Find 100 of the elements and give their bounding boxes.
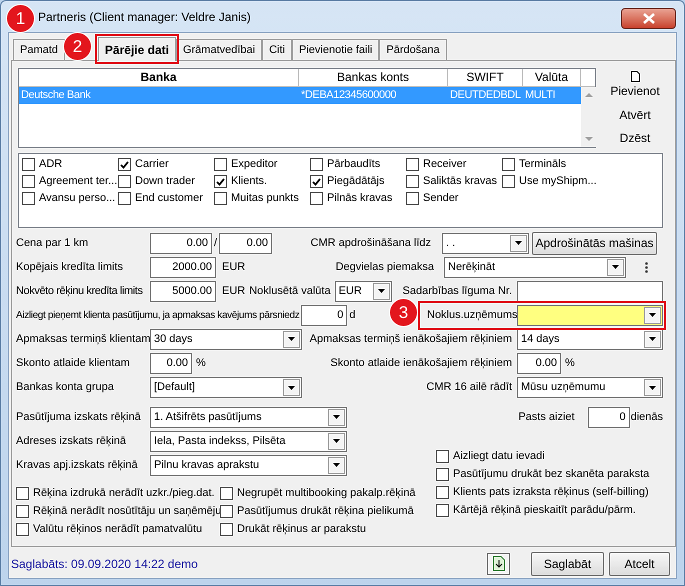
checkbox[interactable]	[406, 175, 419, 188]
dropdown[interactable]: 1. Atšifrēts pasūtījums	[150, 406, 347, 428]
checkbox-label: Pasūtījumus drukāt rēķina pielikumā	[237, 504, 414, 519]
dropdown[interactable]: EUR	[334, 280, 392, 302]
field-label: Pasūtījuma izskats rēķinā	[16, 410, 142, 425]
tab[interactable]: Citi	[262, 39, 292, 60]
checkbox[interactable]	[220, 522, 233, 536]
checkbox-label: Rēķina izdrukā nerādīt uzkr./pieg.dat.	[33, 486, 215, 501]
checkbox[interactable]	[310, 175, 323, 188]
dropdown[interactable]: Mūsu uzņēmumu	[517, 377, 663, 398]
checkbox[interactable]	[118, 175, 131, 188]
checkbox[interactable]	[118, 158, 131, 171]
dropdown[interactable]: Nerēķināt	[444, 256, 626, 278]
dropdown[interactable]: [Default]	[150, 377, 302, 398]
column-header[interactable]: Banka	[19, 69, 299, 86]
checkbox[interactable]	[16, 522, 29, 536]
column-header[interactable]: Valūta	[523, 69, 581, 86]
toolbar-button[interactable]: Atvērt	[619, 103, 651, 126]
checkbox[interactable]	[220, 486, 233, 500]
field-label: CMR apdrošināšana līdz	[310, 236, 431, 251]
tab[interactable]: Pievienotie faili	[292, 39, 380, 60]
checkbox-label: End customer	[135, 191, 203, 206]
checkbox[interactable]	[310, 158, 323, 171]
dropdown[interactable]: 14 days	[517, 328, 663, 350]
dropdown[interactable]: Iela, Pasta indekss, Pilsēta	[150, 430, 347, 452]
field-label: Skonto atlaide ienākošajiem rēķiniem	[330, 356, 512, 371]
field-label: Adreses izskats rēķinā	[16, 434, 128, 449]
field-label: Nokvēto rēķinu kredīta limits	[16, 284, 144, 299]
checkbox[interactable]	[436, 468, 449, 480]
cancel-button[interactable]: Atcelt	[609, 552, 670, 576]
checkbox[interactable]	[406, 158, 419, 171]
close-button[interactable]	[621, 8, 676, 29]
dropdown[interactable]	[517, 304, 663, 326]
document-arrow-icon	[492, 556, 504, 571]
input-field[interactable]: 0.00	[219, 232, 272, 254]
scrollbar[interactable]	[581, 87, 597, 147]
input-field[interactable]: 5000.00	[150, 280, 216, 302]
tab[interactable]: Pārdošana	[379, 39, 447, 60]
field-label: EUR	[222, 284, 246, 299]
checkbox[interactable]	[406, 192, 419, 205]
table-cell-text: MULTI	[524, 88, 556, 103]
field-label: Degvielas piemaksa	[336, 260, 434, 275]
checkbox[interactable]	[220, 504, 233, 518]
checkbox[interactable]	[214, 192, 227, 205]
input-field[interactable]: 0	[301, 304, 348, 326]
add-button[interactable]: Pievienot	[610, 71, 660, 103]
field-label: Apmaksas termiņš klientam	[16, 332, 150, 347]
checkbox[interactable]	[22, 175, 35, 188]
checkbox-label: Down trader	[135, 174, 195, 190]
insert-button[interactable]	[487, 552, 510, 574]
checkbox[interactable]	[214, 158, 227, 171]
checkbox[interactable]	[16, 504, 29, 518]
checkbox[interactable]	[310, 192, 323, 205]
dropdown[interactable]: 30 days	[150, 328, 302, 350]
checkbox[interactable]	[502, 175, 515, 188]
checkbox[interactable]	[214, 175, 227, 188]
caret-icon	[333, 439, 340, 443]
field-label: Apmaksas termiņš ienākošajiem rēķiniem	[310, 332, 512, 347]
checkbox-label: Muitas punkts	[231, 191, 299, 206]
input-field[interactable]: 2000.00	[150, 256, 216, 278]
checkbox-label: Avansu perso...	[39, 191, 116, 206]
dropdown[interactable]: . .	[442, 232, 529, 254]
column-header[interactable]: SWIFT	[448, 69, 523, 86]
table-cell-text: *DEBA12345600000	[300, 88, 398, 103]
checkbox[interactable]	[436, 504, 449, 516]
input-field[interactable]: 0	[588, 406, 630, 428]
dropdown[interactable]: Pilnu kravas aprakstu	[150, 454, 347, 476]
checkbox-label: Kārtējā rēķinā pieskaitīt parādu/pārm.	[453, 502, 636, 518]
more-button[interactable]	[643, 260, 649, 274]
caret-icon	[288, 386, 295, 390]
input-field[interactable]: 0.00	[150, 232, 212, 254]
field-label: %	[196, 356, 206, 371]
caret-icon	[649, 313, 656, 317]
close-icon	[642, 13, 654, 24]
input-field[interactable]: 0.00	[517, 352, 561, 374]
field-label: Aizliegt pieņemt klienta pasūtījumu, ja apmaksas kavējums pārsniedz	[16, 308, 300, 322]
tab[interactable]: Pārējie dati	[98, 37, 176, 61]
tab[interactable]: Pamatd	[13, 39, 65, 60]
window-title: Partneris (Client manager: Veldre Janis)	[38, 8, 251, 26]
caret-icon	[378, 289, 385, 293]
insured-cars-button[interactable]: Apdrošinātās mašinas	[532, 232, 657, 254]
field-label: Noklusētā valūta	[249, 284, 331, 299]
checkbox[interactable]	[436, 486, 449, 498]
checkbox[interactable]	[502, 158, 515, 171]
checkbox[interactable]	[22, 158, 35, 171]
tab[interactable]: Grāmatvedībai	[176, 39, 262, 60]
input-field[interactable]	[517, 280, 663, 302]
input-field[interactable]: 0.00	[150, 352, 192, 374]
checkbox-label: Pilnās kravas	[327, 191, 392, 206]
table-cell-text: Deutsche Bank	[20, 88, 92, 103]
caret-icon	[333, 415, 340, 419]
checkbox-label: Drukāt rēķinus ar parakstu	[237, 522, 366, 537]
checkbox[interactable]	[16, 486, 29, 500]
checkbox[interactable]	[118, 192, 131, 205]
checkbox[interactable]	[436, 450, 449, 462]
column-header[interactable]: Bankas konts	[299, 69, 448, 86]
save-button[interactable]: Saglabāt	[531, 552, 604, 576]
checkbox[interactable]	[22, 192, 35, 205]
toolbar-button[interactable]: Dzēst	[620, 126, 650, 149]
checkbox-label: Saliktās kravas	[423, 174, 497, 190]
